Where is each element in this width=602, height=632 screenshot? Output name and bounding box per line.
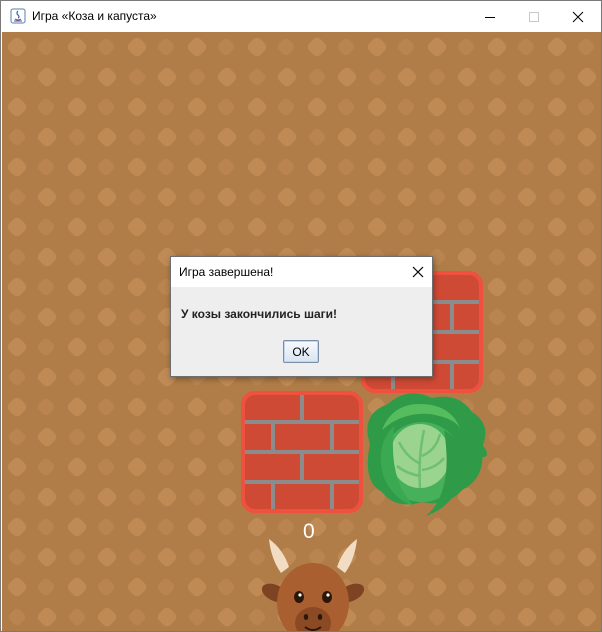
dialog-close-button[interactable] xyxy=(409,263,427,281)
maximize-icon xyxy=(529,11,539,22)
title-bar[interactable]: Игра «Коза и капуста» xyxy=(1,1,601,32)
ok-button[interactable]: OK xyxy=(283,340,319,363)
minimize-icon xyxy=(485,16,495,18)
minimize-button[interactable] xyxy=(467,1,513,32)
close-icon xyxy=(412,266,424,278)
dialog-title-bar[interactable]: Игра завершена! xyxy=(171,257,432,287)
window-title: Игра «Коза и капуста» xyxy=(32,9,157,23)
goat-steps-counter: 0 xyxy=(303,520,315,543)
java-app-icon xyxy=(10,8,26,24)
dialog-title: Игра завершена! xyxy=(179,265,274,279)
game-over-dialog: Игра завершена! У козы закончились шаги!… xyxy=(170,256,433,377)
brick-wall-tile xyxy=(241,391,363,513)
close-icon xyxy=(572,11,584,22)
close-button[interactable] xyxy=(555,1,601,32)
dialog-message: У козы закончились шаги! xyxy=(181,307,338,321)
maximize-button[interactable] xyxy=(511,1,557,32)
app-window: Игра «Коза и капуста» 0 Игра завершена! … xyxy=(0,0,602,632)
